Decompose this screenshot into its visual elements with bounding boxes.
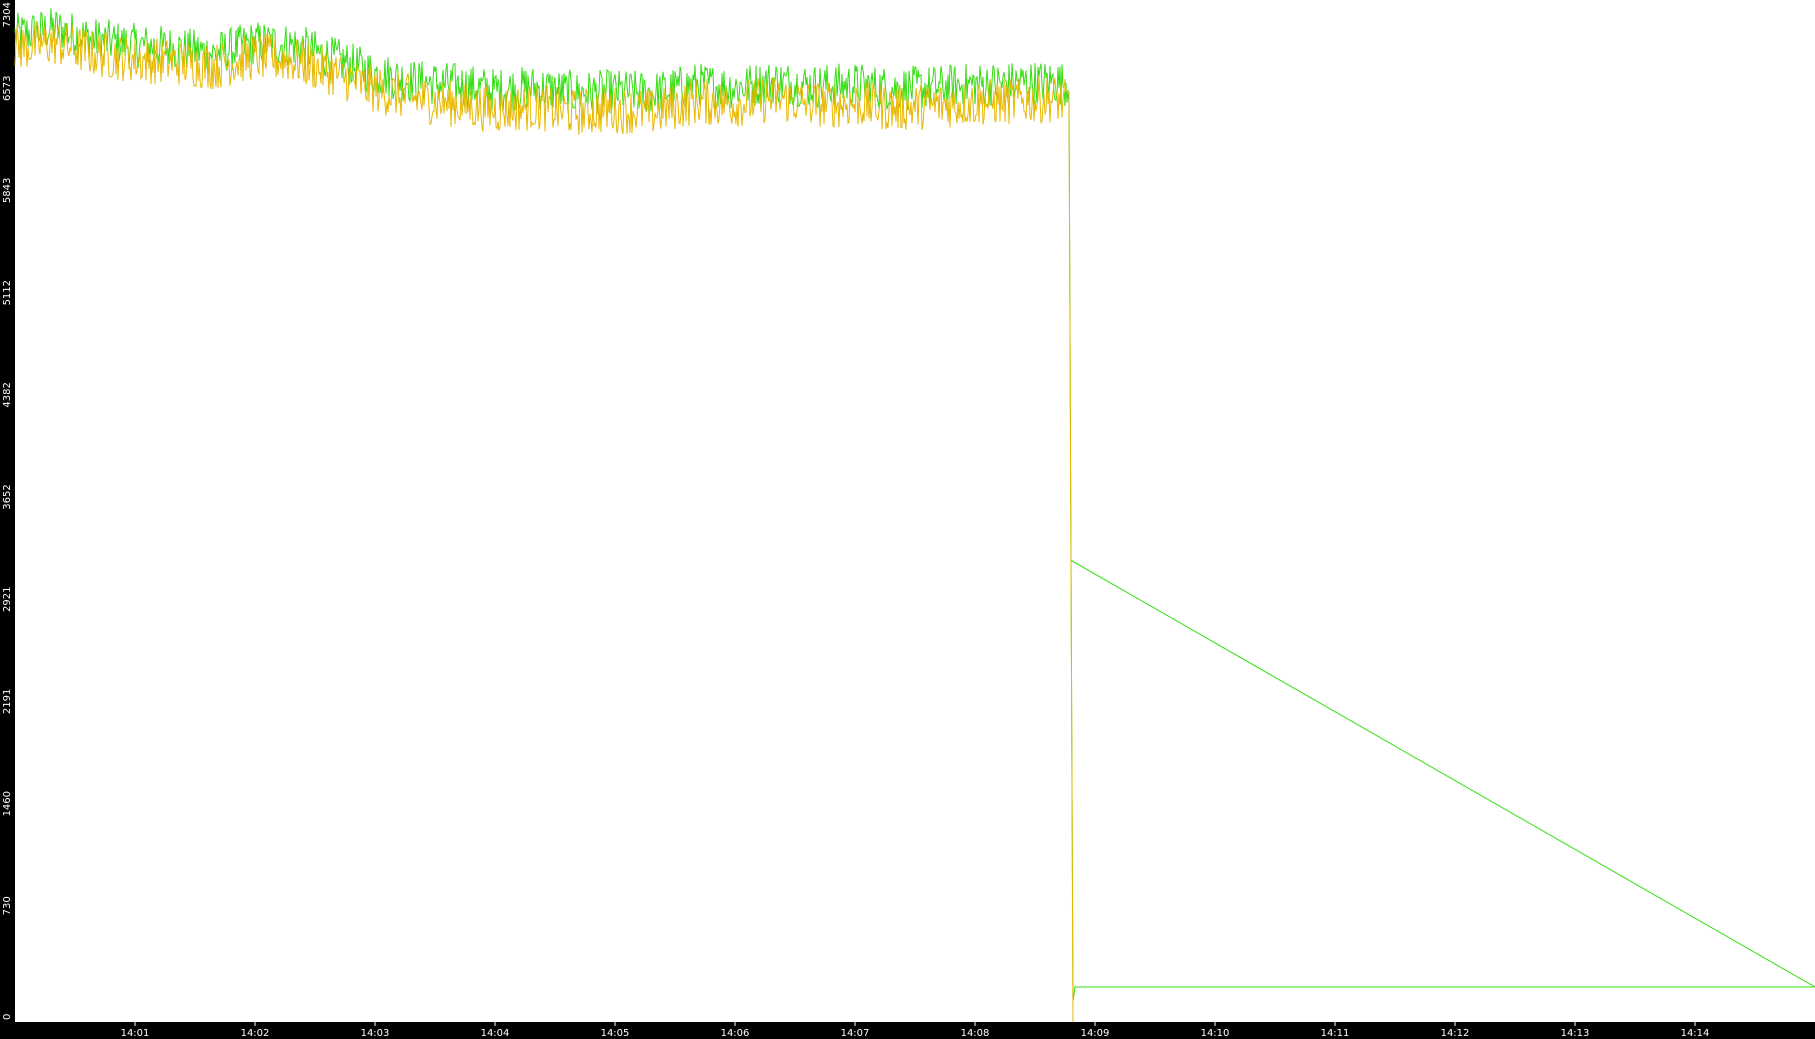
y-tick-label: 730 bbox=[2, 896, 13, 915]
x-axis: 14:01 14:02 14:03 14:04 14:05 14:06 14:07 14:08… bbox=[121, 1022, 1710, 1039]
x-tick-label: 14:08 bbox=[961, 1028, 990, 1039]
line-chart: 0 730 1460 2191 2921 3652 4382 5112 5843 6573 7304… bbox=[2, 0, 1815, 1039]
x-tick-label: 14:12 bbox=[1441, 1028, 1470, 1039]
y-tick-label: 3652 bbox=[2, 484, 13, 509]
y-tick-label: 6573 bbox=[2, 76, 13, 101]
x-tick-label: 14:06 bbox=[721, 1028, 750, 1039]
y-tick-label: 4382 bbox=[2, 382, 13, 407]
x-tick-label: 14:05 bbox=[601, 1028, 630, 1039]
x-tick-label: 14:11 bbox=[1321, 1028, 1350, 1039]
y-tick-label: 2921 bbox=[2, 587, 13, 612]
x-tick-label: 14:02 bbox=[241, 1028, 270, 1039]
x-tick-label: 14:14 bbox=[1681, 1028, 1710, 1039]
x-tick-label: 14:01 bbox=[121, 1028, 150, 1039]
y-axis: 0 730 1460 2191 2921 3652 4382 5112 5843 6573 7304 bbox=[2, 2, 13, 1020]
y-tick-label: 0 bbox=[2, 1014, 13, 1020]
y-tick-label: 2191 bbox=[2, 689, 13, 714]
x-tick-label: 14:09 bbox=[1081, 1028, 1110, 1039]
y-tick-label: 1460 bbox=[2, 791, 13, 816]
x-tick-label: 14:03 bbox=[361, 1028, 390, 1039]
x-tick-label: 14:04 bbox=[481, 1028, 510, 1039]
y-tick-label: 7304 bbox=[2, 2, 13, 27]
y-tick-label: 5843 bbox=[2, 178, 13, 203]
x-tick-label: 14:07 bbox=[841, 1028, 870, 1039]
x-tick-label: 14:13 bbox=[1561, 1028, 1590, 1039]
plot-area bbox=[15, 0, 1815, 1022]
y-tick-label: 5112 bbox=[2, 280, 13, 305]
x-tick-label: 14:10 bbox=[1201, 1028, 1230, 1039]
